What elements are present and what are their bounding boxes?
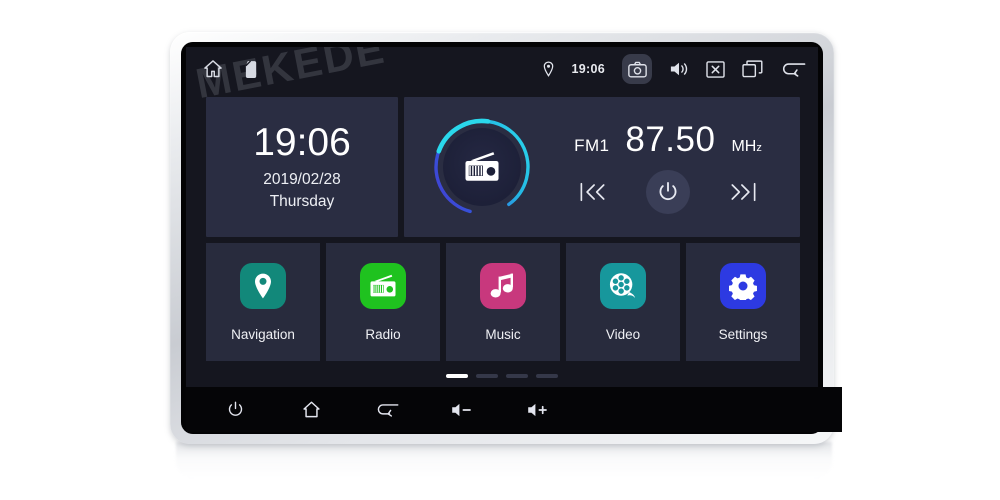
radio-band: FM1 xyxy=(574,136,610,155)
power-button[interactable] xyxy=(210,400,260,419)
power-icon xyxy=(226,400,245,419)
volume-down-icon xyxy=(450,401,476,419)
app-tile-navigation[interactable]: Navigation xyxy=(206,243,320,361)
film-reel-icon xyxy=(608,272,638,300)
location-pin-icon xyxy=(542,61,555,77)
page-dot-3[interactable] xyxy=(506,374,528,378)
radio-icon xyxy=(368,273,398,299)
app-tile-music[interactable]: Music xyxy=(446,243,560,361)
volume-up-icon xyxy=(526,401,552,419)
widgets-row: 19:06 2019/02/28 Thursday FM1 87.50 MHz xyxy=(206,97,800,237)
prev-station-button[interactable] xyxy=(578,177,608,207)
page-dot-1[interactable] xyxy=(446,374,468,378)
volume-up-button[interactable] xyxy=(514,401,564,419)
power-icon xyxy=(656,180,680,204)
radio-controls xyxy=(552,170,784,214)
app-label-radio: Radio xyxy=(365,326,401,342)
app-label-music: Music xyxy=(485,326,521,342)
next-station-button[interactable] xyxy=(728,177,758,207)
radio-unit-sub: z xyxy=(756,142,762,154)
back-arrow-icon[interactable] xyxy=(780,60,806,78)
page-dot-4[interactable] xyxy=(536,374,558,378)
page-indicator xyxy=(186,374,818,378)
radio-widget[interactable]: FM1 87.50 MHz xyxy=(404,97,800,237)
clock-date: 2019/02/28 xyxy=(263,171,341,189)
hardware-button-bar xyxy=(186,387,842,432)
radio-unit-main: MH xyxy=(731,138,757,155)
radio-power-button[interactable] xyxy=(646,170,690,214)
clock-weekday: Thursday xyxy=(269,193,335,211)
device-reflection xyxy=(176,442,832,478)
back-arrow-icon xyxy=(375,401,399,418)
radio-icon-box xyxy=(360,262,406,309)
sdcard-icon[interactable] xyxy=(244,60,259,79)
app-tile-radio[interactable]: Radio xyxy=(326,243,440,361)
close-box-icon[interactable] xyxy=(706,60,725,78)
recents-icon[interactable] xyxy=(742,60,763,78)
video-icon-box xyxy=(600,262,646,309)
app-tile-video[interactable]: Video xyxy=(566,243,680,361)
clock-widget[interactable]: 19:06 2019/02/28 Thursday xyxy=(206,97,398,237)
radio-unit: MHz xyxy=(731,138,761,156)
gear-icon xyxy=(729,272,757,300)
lcd-screen: MEKEDE 19:06 19:06 2019/02/28 Thursday F… xyxy=(186,47,818,387)
back-button[interactable] xyxy=(362,401,412,418)
home-icon xyxy=(301,400,322,419)
home-button[interactable] xyxy=(286,400,336,419)
radio-progress-ring xyxy=(430,115,534,219)
home-icon[interactable] xyxy=(202,58,224,80)
app-grid: Navigation Radio Music Video Settings xyxy=(206,243,800,361)
location-pin-icon xyxy=(251,272,275,300)
camera-button[interactable] xyxy=(622,54,652,84)
settings-icon-box xyxy=(720,262,766,309)
app-label-settings: Settings xyxy=(718,326,768,342)
app-label-navigation: Navigation xyxy=(231,326,295,342)
app-label-video: Video xyxy=(605,326,641,342)
status-bar: 19:06 xyxy=(186,47,818,91)
frequency-display: FM1 87.50 MHz xyxy=(552,120,784,160)
radio-icon xyxy=(462,150,502,184)
camera-icon xyxy=(627,61,647,78)
music-icon-box xyxy=(480,262,526,309)
navigation-icon-box xyxy=(240,262,286,309)
status-bar-time: 19:06 xyxy=(571,62,605,76)
volume-down-button[interactable] xyxy=(438,401,488,419)
radio-frequency: 87.50 xyxy=(625,120,716,159)
volume-icon[interactable] xyxy=(669,60,689,78)
clock-time: 19:06 xyxy=(253,120,351,164)
radio-icon-core xyxy=(443,128,521,206)
page-dot-2[interactable] xyxy=(476,374,498,378)
screenshot-stage: MEKEDE 19:06 19:06 2019/02/28 Thursday F… xyxy=(0,0,1000,500)
app-tile-settings[interactable]: Settings xyxy=(686,243,800,361)
music-note-icon xyxy=(490,272,516,300)
